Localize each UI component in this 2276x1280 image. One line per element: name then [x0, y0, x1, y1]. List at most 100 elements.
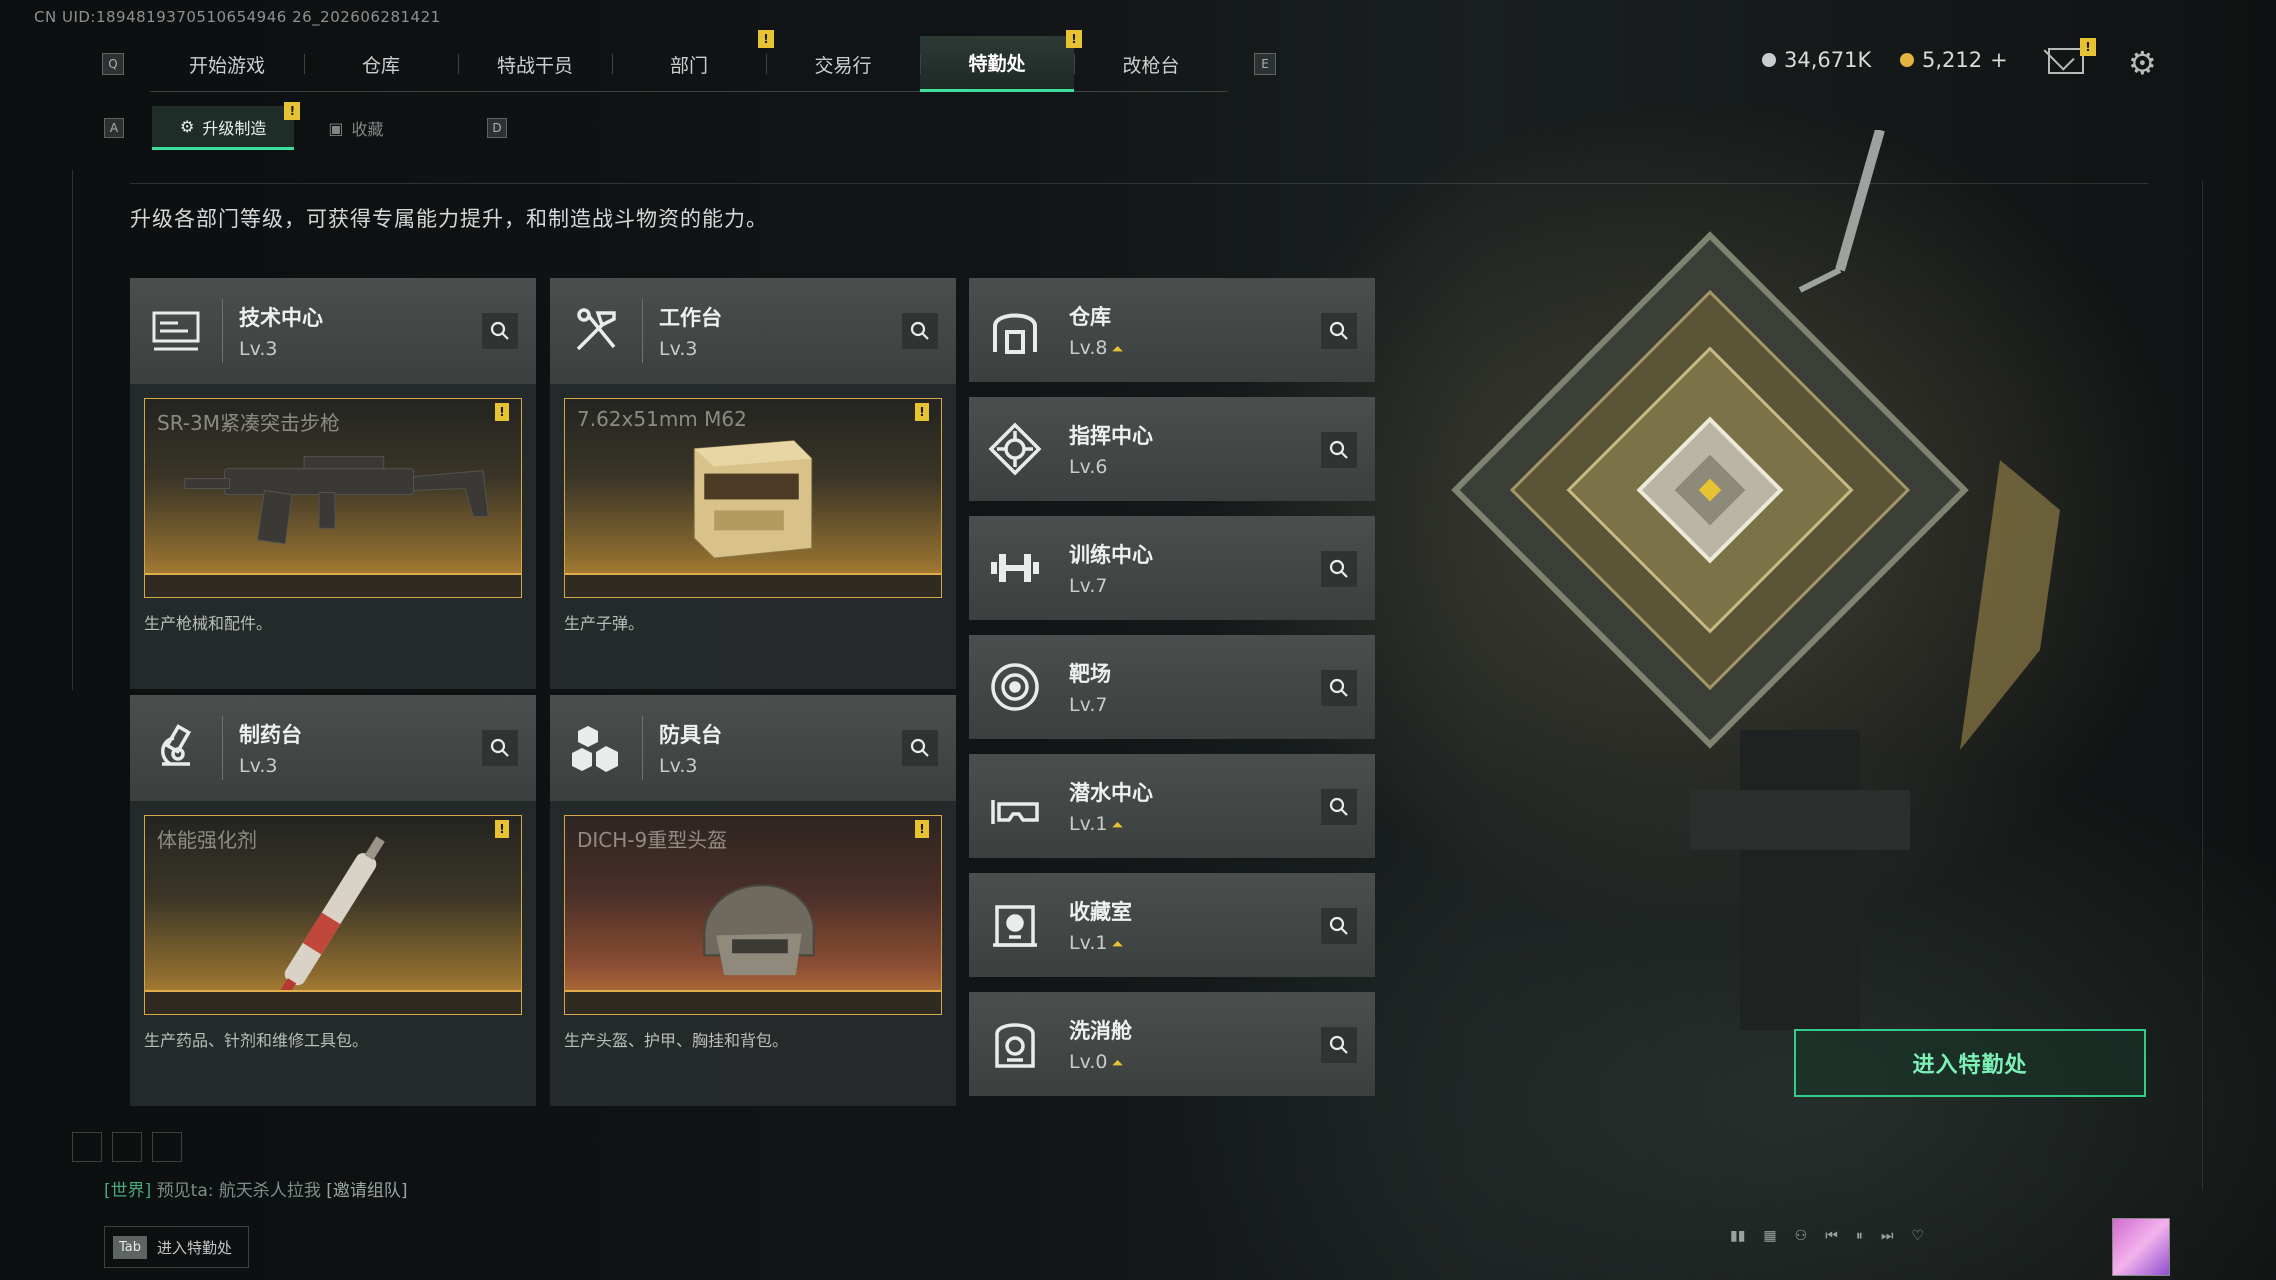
- upgrade-available-icon: ⏶: [1111, 1054, 1124, 1072]
- inspect-button[interactable]: [902, 730, 938, 766]
- tab-label: 特勤处: [968, 53, 1026, 75]
- shooting-range-icon: [969, 635, 1061, 739]
- chat-line[interactable]: [世界] 预见ta: 航天杀人拉我 [邀请组队]: [104, 1176, 408, 1201]
- divider: [2202, 180, 2203, 1190]
- inspect-button[interactable]: [1321, 1027, 1357, 1063]
- dept-level: Lv.8: [1069, 337, 1108, 359]
- tab-gunsmith[interactable]: 改枪台: [1074, 36, 1228, 92]
- settings-gear-icon[interactable]: ⚙: [2128, 44, 2157, 82]
- search-icon: [1329, 559, 1348, 578]
- tab-shortcut-hint[interactable]: Tab 进入特勤处: [104, 1226, 250, 1268]
- dept-row-decon-chamber[interactable]: 洗消舱 Lv.0 ⏶: [969, 992, 1375, 1096]
- craft-preview[interactable]: 体能强化剂 !: [144, 815, 522, 1015]
- dept-row-diving-center[interactable]: 潜水中心 Lv.1 ⏶: [969, 754, 1375, 858]
- dept-row-warehouse[interactable]: 仓库 Lv.8 ⏶: [969, 278, 1375, 382]
- inspect-button[interactable]: [1321, 789, 1357, 825]
- dept-name: 指挥中心: [1069, 424, 1153, 448]
- pause-icon[interactable]: ⏸: [1856, 1228, 1863, 1244]
- training-center-icon: [969, 516, 1061, 620]
- dept-level: Lv.3: [659, 338, 698, 360]
- tab-departments[interactable]: 部门!: [612, 30, 774, 92]
- silver-currency[interactable]: 34,671K: [1762, 48, 1871, 72]
- inspect-button[interactable]: [1321, 551, 1357, 587]
- inspect-button[interactable]: [482, 313, 518, 349]
- enter-special-ops-button[interactable]: 进入特勤处: [1794, 1029, 2146, 1097]
- dept-header[interactable]: 制药台 Lv.3: [130, 695, 536, 801]
- dept-card-pharmacy[interactable]: 制药台 Lv.3 体能强化剂 ! 生产药品、针剂和维修工具包。: [130, 695, 536, 1106]
- craft-panel[interactable]: SR-3M紧凑突击步枪 ! 生产枪械和配件。: [130, 384, 536, 689]
- inspect-button[interactable]: [482, 730, 518, 766]
- tab-trading[interactable]: 交易行: [766, 36, 920, 92]
- gold-coin-icon: [1900, 53, 1914, 67]
- quick-slot[interactable]: [152, 1132, 182, 1162]
- search-icon: [910, 321, 929, 340]
- hotkey-d: D: [487, 118, 507, 138]
- dept-name: 仓库: [1069, 305, 1111, 329]
- upgrade-icon: ⚙: [180, 117, 195, 136]
- ammo-box-image: [693, 440, 813, 559]
- craft-strip: [145, 573, 521, 597]
- command-center-icon: [969, 397, 1061, 501]
- add-gold-button[interactable]: +: [1990, 48, 2008, 72]
- mail-icon[interactable]: !: [2048, 38, 2096, 74]
- inspect-button[interactable]: [1321, 432, 1357, 468]
- craft-preview[interactable]: 7.62x51mm M62 !: [564, 398, 942, 598]
- dept-card-workbench[interactable]: 工作台 Lv.3 7.62x51mm M62 ! 生产子弹。: [550, 278, 956, 689]
- dept-header[interactable]: 技术中心 Lv.3: [130, 278, 536, 384]
- dept-row-shooting-range[interactable]: 靶场 Lv.7: [969, 635, 1375, 739]
- craft-strip: [145, 990, 521, 1014]
- dept-row-collection-room[interactable]: 收藏室 Lv.1 ⏶: [969, 873, 1375, 977]
- tab-operators[interactable]: 特战干员: [458, 36, 612, 92]
- tab-special-ops[interactable]: 特勤处!: [920, 30, 1082, 92]
- craft-panel[interactable]: 体能强化剂 ! 生产药品、针剂和维修工具包。: [130, 801, 536, 1106]
- alert-badge: !: [284, 102, 301, 120]
- dept-name: 防具台: [659, 723, 722, 747]
- tab-start-game[interactable]: 开始游戏: [150, 36, 304, 92]
- friends-icon[interactable]: ⚇: [1795, 1228, 1808, 1244]
- next-track-icon[interactable]: ⏭: [1881, 1228, 1894, 1244]
- craft-panel[interactable]: DICH-9重型头盔 ! 生产头盔、护甲、胸挂和背包。: [550, 801, 956, 1106]
- dept-card-armor-bench[interactable]: 防具台 Lv.3 DICH-9重型头盔 ! 生产头盔、护甲、胸挂和背包。: [550, 695, 956, 1106]
- dept-header[interactable]: 工作台 Lv.3: [550, 278, 956, 384]
- diving-center-icon: [969, 754, 1061, 858]
- dept-row-training-center[interactable]: 训练中心 Lv.7: [969, 516, 1375, 620]
- inspect-button[interactable]: [1321, 908, 1357, 944]
- craft-preview[interactable]: DICH-9重型头盔 !: [564, 815, 942, 1015]
- dept-name: 训练中心: [1069, 543, 1153, 567]
- dept-row-command-center[interactable]: 指挥中心 Lv.6: [969, 397, 1375, 501]
- tab-label: 改枪台: [1122, 54, 1180, 77]
- tab-warehouse[interactable]: 仓库: [304, 36, 458, 92]
- inspect-button[interactable]: [1321, 670, 1357, 706]
- subtab-upgrade-craft[interactable]: ⚙ 升级制造 !: [152, 102, 301, 150]
- craft-panel[interactable]: 7.62x51mm M62 ! 生产子弹。: [550, 384, 956, 689]
- media-player: ▮▮ ▦ ⚇ ⏮ ⏸ ⏭ ♡: [1730, 1228, 1924, 1244]
- tab-label: 仓库: [361, 54, 400, 77]
- tab-label: 特战干员: [496, 54, 573, 77]
- inspect-button[interactable]: [1321, 313, 1357, 349]
- alert-badge: !: [495, 820, 509, 838]
- dept-level: Lv.0: [1069, 1051, 1108, 1073]
- avatar[interactable]: [2112, 1218, 2170, 1276]
- top-nav: 开始游戏 仓库 特战干员 部门! 交易行 特勤处! 改枪台: [150, 30, 1228, 92]
- favorite-icon[interactable]: ♡: [1911, 1228, 1924, 1244]
- quick-slot[interactable]: [72, 1132, 102, 1162]
- search-icon: [1329, 916, 1348, 935]
- invite-team-link[interactable]: [邀请组队]: [326, 1181, 407, 1201]
- dept-name: 收藏室: [1069, 900, 1132, 924]
- craft-description: 生产子弹。: [564, 614, 645, 633]
- injector-image: [279, 836, 385, 997]
- quick-slot[interactable]: [112, 1132, 142, 1162]
- inspect-button[interactable]: [902, 313, 938, 349]
- dept-card-tech-center[interactable]: 技术中心 Lv.3 SR-3M紧凑突击步枪 ! 生产枪械和配件。: [130, 278, 536, 689]
- divider: [642, 716, 643, 780]
- gold-currency[interactable]: 5,212 +: [1900, 48, 2008, 72]
- workbench-icon: [550, 278, 642, 384]
- craft-preview[interactable]: SR-3M紧凑突击步枪 !: [144, 398, 522, 598]
- stats-icon[interactable]: ▮▮: [1730, 1228, 1745, 1244]
- prev-track-icon[interactable]: ⏮: [1825, 1228, 1838, 1244]
- dept-header[interactable]: 防具台 Lv.3: [550, 695, 956, 801]
- dept-level: Lv.7: [1069, 575, 1108, 597]
- gold-amount: 5,212: [1922, 48, 1983, 72]
- craft-description: 生产头盔、护甲、胸挂和背包。: [564, 1031, 789, 1050]
- subtab-collection[interactable]: ▣ 收藏: [300, 106, 411, 150]
